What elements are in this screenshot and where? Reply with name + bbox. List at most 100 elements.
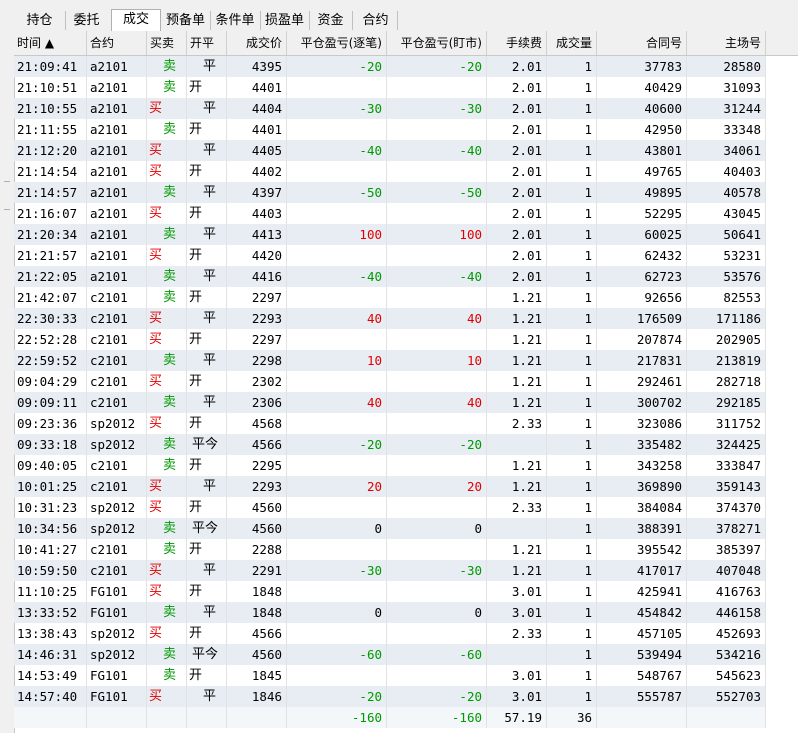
cell-order-no: 369890 xyxy=(597,476,687,497)
table-row[interactable]: 21:16:07 a2101 买开 4403 2.01 1 52295 43045 xyxy=(14,203,766,224)
splitter-mark[interactable] xyxy=(4,209,10,210)
header-col-open-close[interactable]: 开平 xyxy=(187,31,227,55)
cell-price: 4566 xyxy=(227,434,287,455)
table-row[interactable]: 21:14:57 a2101 卖平 4397 -50 -50 2.01 1 49895 40578 xyxy=(14,182,766,203)
cell-side: 卖 xyxy=(147,518,187,539)
header-col-side[interactable]: 买卖 xyxy=(147,31,187,55)
tab-positions[interactable]: 持仓 xyxy=(14,11,66,30)
cell-order-no: 52295 xyxy=(597,203,687,224)
table-row[interactable]: 21:20:34 a2101 卖平 4413 100 100 2.01 1 60025 50641 xyxy=(14,224,766,245)
cell-time: 10:31:23 xyxy=(14,497,87,518)
cell-volume: 1 xyxy=(547,413,597,434)
cell-order-no: 292461 xyxy=(597,371,687,392)
header-col-price[interactable]: 成交价 xyxy=(227,31,287,55)
cell-pnl-trade: -20 xyxy=(287,56,387,77)
cell-open-close: 开 xyxy=(187,623,227,644)
table-row[interactable]: 11:10:25 FG101 买开 1848 3.01 1 425941 416763 xyxy=(14,581,766,602)
table-row[interactable]: 21:09:41 a2101 卖平 4395 -20 -20 2.01 1 37783 28580 xyxy=(14,56,766,77)
cell-order-no: 49895 xyxy=(597,182,687,203)
cell-fee: 3.01 xyxy=(487,686,547,707)
tab-conditional-orders[interactable]: 条件单 xyxy=(210,11,261,30)
cell-volume: 1 xyxy=(547,224,597,245)
tab-stop-profit-orders[interactable]: 损盈单 xyxy=(260,11,310,30)
table-row[interactable]: 21:10:55 a2101 买平 4404 -30 -30 2.01 1 40600 31244 xyxy=(14,98,766,119)
table-row[interactable]: 09:09:11 c2101 卖平 2306 40 40 1.21 1 300702 292185 xyxy=(14,392,766,413)
header-col-exchange-no[interactable]: 主场号 xyxy=(687,31,766,55)
cell-open-close: 平 xyxy=(187,350,227,371)
table-row[interactable]: 10:01:25 c2101 买平 2293 20 20 1.21 1 369890 359143 xyxy=(14,476,766,497)
table-row[interactable]: 14:53:49 FG101 卖开 1845 3.01 1 548767 545623 xyxy=(14,665,766,686)
table-row[interactable]: 10:31:23 sp2012 买开 4560 2.33 1 384084 374370 xyxy=(14,497,766,518)
table-row[interactable]: 10:34:56 sp2012 卖平今 4560 0 0 1 388391 378271 xyxy=(14,518,766,539)
cell-pnl-mark: -20 xyxy=(387,56,487,77)
cell-pnl-mark: -30 xyxy=(387,560,487,581)
cell-open-close: 平 xyxy=(187,140,227,161)
table-row[interactable]: 22:52:28 c2101 买开 2297 1.21 1 207874 202905 xyxy=(14,329,766,350)
table-row[interactable]: 21:14:54 a2101 买开 4402 2.01 1 49765 40403 xyxy=(14,161,766,182)
table-row[interactable]: 14:46:31 sp2012 卖平今 4560 -60 -60 1 539494 534216 xyxy=(14,644,766,665)
tab-orders[interactable]: 委托 xyxy=(62,11,112,30)
table-row[interactable]: 21:12:20 a2101 买平 4405 -40 -40 2.01 1 43801 34061 xyxy=(14,140,766,161)
cell-price: 2297 xyxy=(227,329,287,350)
cell-fee: 2.01 xyxy=(487,203,547,224)
table-row[interactable]: 10:41:27 c2101 卖开 2288 1.21 1 395542 385397 xyxy=(14,539,766,560)
cell-volume: 1 xyxy=(547,245,597,266)
splitter-mark[interactable] xyxy=(4,181,10,182)
cell-price: 4416 xyxy=(227,266,287,287)
table-row[interactable]: 09:33:18 sp2012 卖平今 4566 -20 -20 1 335482 324425 xyxy=(14,434,766,455)
table-row[interactable]: 09:40:05 c2101 卖开 2295 1.21 1 343258 333847 xyxy=(14,455,766,476)
cell-open-close: 平 xyxy=(187,182,227,203)
header-col-fee[interactable]: 手续费 xyxy=(487,31,547,55)
table-row[interactable]: 10:59:50 c2101 买平 2291 -30 -30 1.21 1 417017 4070… xyxy=(14,560,766,581)
header-col-order-no[interactable]: 合同号 xyxy=(597,31,687,55)
header-col-time[interactable]: 时间 ▲ xyxy=(14,31,87,55)
cell-side: 卖 xyxy=(147,56,187,77)
cell-pnl-trade xyxy=(287,329,387,350)
cell-price xyxy=(227,707,287,728)
cell-time: 21:42:07 xyxy=(14,287,87,308)
table-row[interactable]: 21:11:55 a2101 卖开 4401 2.01 1 42950 33348 xyxy=(14,119,766,140)
cell-pnl-mark: -30 xyxy=(387,98,487,119)
cell-order-no: 62723 xyxy=(597,266,687,287)
table-row[interactable]: 22:59:52 c2101 卖平 2298 10 10 1.21 1 217831 213819 xyxy=(14,350,766,371)
header-col-pnl-trade[interactable]: 平仓盈亏(逐笔) xyxy=(287,31,387,55)
cell-exchange-no: 311752 xyxy=(687,413,766,434)
table-row[interactable]: 14:57:40 FG101 买平 1846 -20 -20 3.01 1 555787 5527… xyxy=(14,686,766,707)
table-row[interactable]: 21:42:07 c2101 卖开 2297 1.21 1 92656 82553 xyxy=(14,287,766,308)
table-row[interactable]: 09:04:29 c2101 买开 2302 1.21 1 292461 282718 xyxy=(14,371,766,392)
tab-trades[interactable]: 成交 xyxy=(111,9,161,31)
cell-order-no: 343258 xyxy=(597,455,687,476)
cell-contract: a2101 xyxy=(87,98,147,119)
cell-volume: 1 xyxy=(547,371,597,392)
cell-pnl-trade xyxy=(287,413,387,434)
tab-preset-orders[interactable]: 预备单 xyxy=(161,11,211,30)
cell-open-close: 平 xyxy=(187,266,227,287)
cell-contract: a2101 xyxy=(87,77,147,98)
cell-side: 买 xyxy=(147,140,187,161)
cell-time xyxy=(14,707,87,728)
cell-contract: a2101 xyxy=(87,56,147,77)
header-col-volume[interactable]: 成交量 xyxy=(547,31,597,55)
table-row[interactable]: 13:33:52 FG101 卖平 1848 0 0 3.01 1 454842 446158 xyxy=(14,602,766,623)
cell-pnl-mark xyxy=(387,497,487,518)
cell-fee: 2.33 xyxy=(487,413,547,434)
tab-contracts[interactable]: 合约 xyxy=(354,11,398,30)
table-row[interactable]: 21:21:57 a2101 买开 4420 2.01 1 62432 53231 xyxy=(14,245,766,266)
table-row[interactable]: 21:10:51 a2101 卖开 4401 2.01 1 40429 31093 xyxy=(14,77,766,98)
table-row[interactable]: 13:38:43 sp2012 买开 4566 2.33 1 457105 452693 xyxy=(14,623,766,644)
cell-pnl-mark: 10 xyxy=(387,350,487,371)
cell-side: 卖 xyxy=(147,287,187,308)
header-col-pnl-mark[interactable]: 平仓盈亏(盯市) xyxy=(387,31,487,55)
tab-funds[interactable]: 资金 xyxy=(309,11,353,30)
cell-fee: 3.01 xyxy=(487,602,547,623)
table-row[interactable]: 21:22:05 a2101 卖平 4416 -40 -40 2.01 1 62723 53576 xyxy=(14,266,766,287)
table-row[interactable]: 22:30:33 c2101 买平 2293 40 40 1.21 1 176509 171186 xyxy=(14,308,766,329)
cell-time: 14:46:31 xyxy=(14,644,87,665)
table-row[interactable]: 09:23:36 sp2012 买开 4568 2.33 1 323086 311752 xyxy=(14,413,766,434)
cell-contract: sp2012 xyxy=(87,497,147,518)
header-col-contract[interactable]: 合约 xyxy=(87,31,147,55)
cell-exchange-no: 416763 xyxy=(687,581,766,602)
cell-volume: 1 xyxy=(547,497,597,518)
cell-contract: c2101 xyxy=(87,371,147,392)
cell-contract: a2101 xyxy=(87,245,147,266)
